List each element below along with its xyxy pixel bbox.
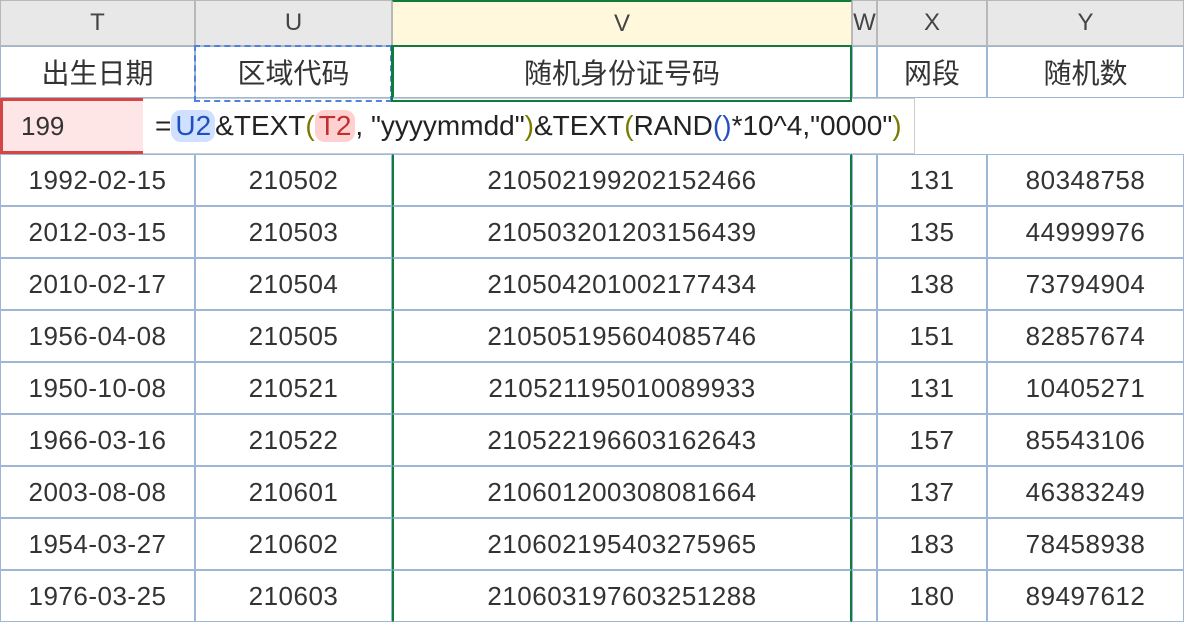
cell-W-6[interactable] <box>852 466 877 518</box>
formula-open2: ( <box>624 110 633 142</box>
cell-X-4[interactable]: 131 <box>877 362 987 414</box>
cell-V-6[interactable]: 210601200308081664 <box>392 466 852 518</box>
cell-Y-6[interactable]: 46383249 <box>987 466 1184 518</box>
cell-X-6[interactable]: 137 <box>877 466 987 518</box>
formula-ref-U2: U2 <box>171 110 215 142</box>
cell-T-2[interactable]: 2010-02-17 <box>0 258 195 310</box>
cell-V-7[interactable]: 210602195403275965 <box>392 518 852 570</box>
cell-X-0[interactable]: 131 <box>877 154 987 206</box>
cell-V-1[interactable]: 210503201203156439 <box>392 206 852 258</box>
header-U[interactable]: 区域代码 <box>195 46 392 98</box>
header-V[interactable]: 随机身份证号码 <box>392 46 852 98</box>
cell-W-2[interactable] <box>852 258 877 310</box>
cell-T-5[interactable]: 1966-03-16 <box>0 414 195 466</box>
cell-T2-partial-value: 199 <box>21 111 64 142</box>
formula-close1: ) <box>525 110 534 142</box>
cell-U-5[interactable]: 210522 <box>195 414 392 466</box>
col-header-U[interactable]: U <box>195 0 392 46</box>
cell-Y-2[interactable]: 73794904 <box>987 258 1184 310</box>
formula-prefix: = <box>155 110 171 142</box>
cell-U-8[interactable]: 210603 <box>195 570 392 622</box>
col-header-W[interactable]: W <box>852 0 877 46</box>
cell-U-4[interactable]: 210521 <box>195 362 392 414</box>
header-Y[interactable]: 随机数 <box>987 46 1184 98</box>
data-rows: 1992-02-15210502210502199202152466131803… <box>0 154 1184 622</box>
col-header-X[interactable]: X <box>877 0 987 46</box>
cell-T-3[interactable]: 1956-04-08 <box>0 310 195 362</box>
cell-W-3[interactable] <box>852 310 877 362</box>
col-header-T[interactable]: T <box>0 0 195 46</box>
formula-close2: ) <box>892 110 901 142</box>
cell-U-0[interactable]: 210502 <box>195 154 392 206</box>
cell-Y-4[interactable]: 10405271 <box>987 362 1184 414</box>
formula-amp2: & <box>534 110 553 142</box>
cell-W-1[interactable] <box>852 206 877 258</box>
formula-tail: *10^4,"0000" <box>732 110 893 142</box>
cell-Y-7[interactable]: 78458938 <box>987 518 1184 570</box>
cell-X-1[interactable]: 135 <box>877 206 987 258</box>
cell-U-1[interactable]: 210503 <box>195 206 392 258</box>
cell-U-6[interactable]: 210601 <box>195 466 392 518</box>
cell-Y-5[interactable]: 85543106 <box>987 414 1184 466</box>
cell-Y-3[interactable]: 82857674 <box>987 310 1184 362</box>
cell-W1[interactable] <box>852 46 877 98</box>
cell-Y-8[interactable]: 89497612 <box>987 570 1184 622</box>
formula-ref-T2: T2 <box>315 110 356 142</box>
formula-bar-inline[interactable]: = U2 & TEXT ( T2 , "yyyymmdd" ) & TEXT (… <box>143 98 915 154</box>
formula-fn-text2: TEXT <box>553 110 625 142</box>
cell-T-1[interactable]: 2012-03-15 <box>0 206 195 258</box>
cell-X-3[interactable]: 151 <box>877 310 987 362</box>
cell-V-0[interactable]: 210502199202152466 <box>392 154 852 206</box>
cell-T-0[interactable]: 1992-02-15 <box>0 154 195 206</box>
cell-X-7[interactable]: 183 <box>877 518 987 570</box>
cell-W-8[interactable] <box>852 570 877 622</box>
formula-edit-row: 199 = U2 & TEXT ( T2 , "yyyymmdd" ) & TE… <box>0 98 1184 154</box>
cell-W-4[interactable] <box>852 362 877 414</box>
cell-T-7[interactable]: 1954-03-27 <box>0 518 195 570</box>
cell-W-0[interactable] <box>852 154 877 206</box>
cell-X-2[interactable]: 138 <box>877 258 987 310</box>
formula-fn-text1: TEXT <box>234 110 306 142</box>
cell-U-7[interactable]: 210602 <box>195 518 392 570</box>
formula-fn-rand: RAND <box>634 110 713 142</box>
cell-V-3[interactable]: 210505195604085746 <box>392 310 852 362</box>
header-X[interactable]: 网段 <box>877 46 987 98</box>
cell-T-6[interactable]: 2003-08-08 <box>0 466 195 518</box>
formula-amp1: & <box>215 110 234 142</box>
col-header-V[interactable]: V <box>392 0 852 46</box>
header-T[interactable]: 出生日期 <box>0 46 195 98</box>
cell-V-8[interactable]: 210603197603251288 <box>392 570 852 622</box>
cell-X-8[interactable]: 180 <box>877 570 987 622</box>
col-header-Y[interactable]: Y <box>987 0 1184 46</box>
cell-V-4[interactable]: 210521195010089933 <box>392 362 852 414</box>
cell-W-5[interactable] <box>852 414 877 466</box>
formula-close3: ) <box>722 110 731 142</box>
cell-U-3[interactable]: 210505 <box>195 310 392 362</box>
cell-X-5[interactable]: 157 <box>877 414 987 466</box>
cell-T-4[interactable]: 1950-10-08 <box>0 362 195 414</box>
cell-W-7[interactable] <box>852 518 877 570</box>
formula-fmt1: , "yyyymmdd" <box>355 110 524 142</box>
cell-U-2[interactable]: 210504 <box>195 258 392 310</box>
spreadsheet-container: T U V W X Y 出生日期 区域代码 随机身份证号码 网段 随机数 199… <box>0 0 1184 622</box>
spreadsheet-grid: T U V W X Y 出生日期 区域代码 随机身份证号码 网段 随机数 <box>0 0 1184 98</box>
cell-T-8[interactable]: 1976-03-25 <box>0 570 195 622</box>
cell-V-5[interactable]: 210522196603162643 <box>392 414 852 466</box>
cell-V-2[interactable]: 210504201002177434 <box>392 258 852 310</box>
cell-Y-0[interactable]: 80348758 <box>987 154 1184 206</box>
cell-Y-1[interactable]: 44999976 <box>987 206 1184 258</box>
formula-open1: ( <box>305 110 314 142</box>
formula-open3: ( <box>713 110 722 142</box>
